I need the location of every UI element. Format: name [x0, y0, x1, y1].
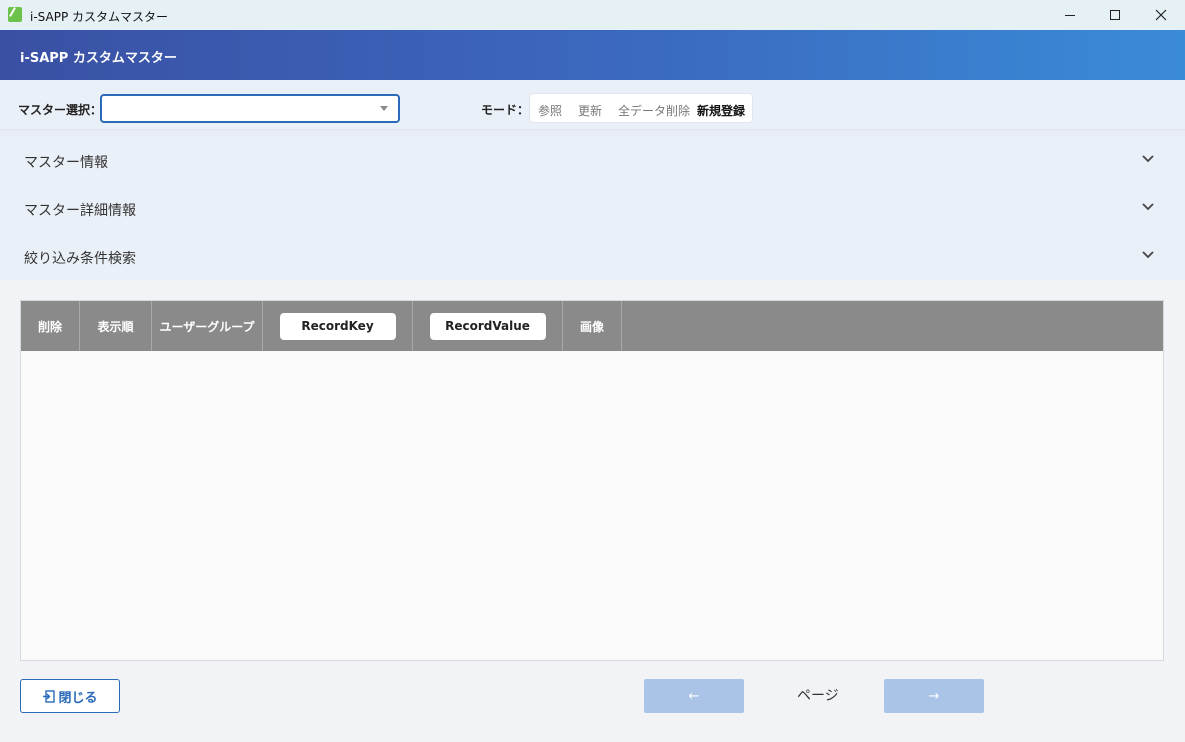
page-title: i-SAPP カスタムマスター [20, 51, 177, 66]
accordion-label: マスター詳細情報 [24, 203, 136, 219]
chevron-down-icon [1142, 251, 1154, 259]
app-header: i-SAPP カスタムマスター [0, 30, 1185, 80]
maximize-button[interactable] [1092, 0, 1138, 30]
master-select[interactable] [100, 94, 400, 123]
table-section: 削除 表示順 ユーザーグループ RecordKey RecordValue 画像… [0, 280, 1185, 742]
maximize-icon [1110, 10, 1120, 20]
accordion-master-detail[interactable]: マスター詳細情報 [0, 184, 1185, 232]
record-value-button[interactable]: RecordValue [429, 312, 546, 340]
chevron-down-icon [1142, 155, 1154, 163]
column-header-image[interactable]: 画像 [563, 301, 622, 351]
accordion-filter-search[interactable]: 絞り込み条件検索 [0, 232, 1185, 280]
column-header-record-value: RecordValue [413, 301, 563, 351]
close-icon [1155, 9, 1167, 21]
mode-option-delete-all[interactable]: 全データ削除 [618, 102, 690, 119]
mode-option-new[interactable]: 新規登録 [697, 102, 745, 119]
data-table: 削除 表示順 ユーザーグループ RecordKey RecordValue 画像 [20, 300, 1164, 661]
close-button[interactable]: 閉じる [20, 679, 120, 713]
chevron-down-icon [380, 106, 388, 111]
column-header-delete[interactable]: 削除 [21, 301, 80, 351]
mode-option-update[interactable]: 更新 [578, 102, 602, 119]
prev-page-button[interactable]: ← [644, 679, 744, 713]
chevron-down-icon [1142, 203, 1154, 211]
minimize-icon [1065, 14, 1075, 16]
close-window-button[interactable] [1138, 0, 1184, 30]
accordion-label: マスター情報 [24, 155, 108, 171]
mode-toggle-group: 参照 更新 全データ削除 新規登録 [529, 93, 753, 123]
minimize-button[interactable] [1047, 0, 1093, 30]
table-header: 削除 表示順 ユーザーグループ RecordKey RecordValue 画像 [21, 301, 1163, 351]
controls-bar: マスター選択： モード： 参照 更新 全データ削除 新規登録 [0, 80, 1185, 130]
accordion-label: 絞り込み条件検索 [24, 251, 136, 267]
master-select-label: マスター選択： [18, 103, 103, 117]
window-titlebar: i-SAPP カスタムマスター [0, 0, 1185, 30]
app-icon [8, 7, 22, 22]
page-label: ページ [797, 688, 839, 704]
record-key-button[interactable]: RecordKey [279, 312, 396, 340]
exit-icon [43, 689, 56, 703]
close-button-label: 閉じる [58, 690, 98, 706]
mode-label: モード： [481, 103, 530, 117]
mode-option-view[interactable]: 参照 [538, 102, 562, 119]
next-page-button[interactable]: → [884, 679, 984, 713]
column-header-order[interactable]: 表示順 [80, 301, 152, 351]
accordion-master-info[interactable]: マスター情報 [0, 136, 1185, 184]
window-title: i-SAPP カスタムマスター [30, 10, 169, 24]
column-header-record-key: RecordKey [263, 301, 413, 351]
column-header-user-group[interactable]: ユーザーグループ [152, 301, 263, 351]
